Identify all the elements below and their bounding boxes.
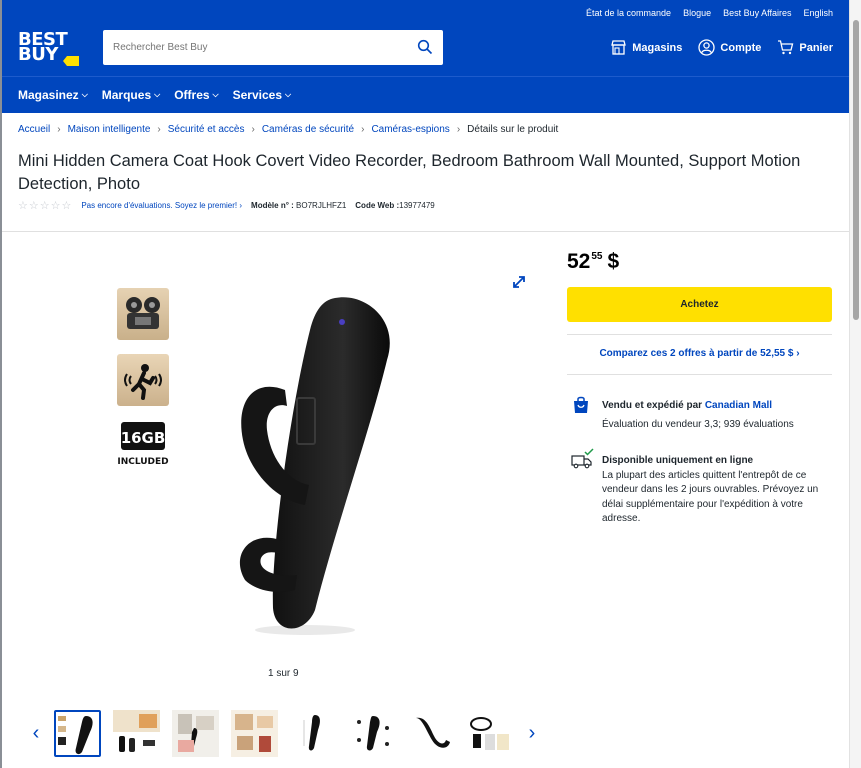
nav-brands[interactable]: Marques ⌵ [102, 88, 160, 102]
product-thumb-image [303, 715, 320, 751]
camera-icon [126, 297, 160, 329]
product-thumb-image [416, 717, 450, 748]
cart-icon [778, 40, 794, 55]
scrollbar-thumb[interactable] [853, 20, 859, 320]
product-meta: ☆☆☆☆☆ Pas encore d'évaluations. Soyez le… [18, 199, 435, 212]
chevron-down-icon: ⌵ [81, 90, 88, 99]
nav-services[interactable]: Services ⌵ [233, 88, 291, 102]
carousel-thumb-4[interactable] [231, 710, 278, 757]
product-thumb-image [470, 717, 509, 750]
expand-icon[interactable] [511, 274, 527, 290]
blog-link[interactable]: Blogue [683, 8, 711, 18]
store-icon [611, 40, 627, 55]
chevron-down-icon: ⌵ [285, 90, 292, 99]
account-button[interactable]: Compte [698, 39, 761, 56]
search-bar [103, 30, 443, 65]
availability-title: Disponible uniquement en ligne [602, 455, 754, 466]
header: État de la commande Blogue Best Buy Affa… [2, 0, 849, 76]
product-price: 5255 $ [567, 250, 620, 273]
breadcrumb-smart-home[interactable]: Maison intelligente [68, 124, 151, 135]
feature-camera-thumbnail[interactable] [117, 288, 169, 340]
product-title: Mini Hidden Camera Coat Hook Covert Vide… [18, 152, 801, 193]
rating-stars-icon: ☆☆☆☆☆ [18, 200, 73, 212]
chevron-right-icon: › [456, 124, 461, 135]
carousel-thumb-5[interactable] [290, 710, 337, 757]
divider [567, 374, 832, 375]
account-icon [698, 39, 716, 56]
breadcrumb-current: Détails sur le produit [467, 124, 559, 135]
scrollbar[interactable] [849, 0, 861, 768]
product-thumb-image [231, 710, 278, 757]
order-status-link[interactable]: État de la commande [586, 8, 671, 18]
cart-button[interactable]: Panier [777, 39, 833, 56]
product-main-image [239, 297, 390, 635]
utility-links: État de la commande Blogue Best Buy Affa… [586, 8, 833, 18]
nav-deals[interactable]: Offres ⌵ [174, 88, 218, 102]
nav-shop[interactable]: Magasinez ⌵ [18, 88, 88, 102]
write-review-link[interactable]: Pas encore d'évaluations. Soyez le premi… [81, 201, 242, 210]
carousel-thumb-2[interactable] [113, 710, 160, 757]
delivery-truck-icon [571, 448, 594, 469]
breadcrumb-home[interactable]: Accueil [18, 124, 50, 135]
header-actions: Magasins Compte Panier [610, 39, 833, 56]
breadcrumb-cameras[interactable]: Caméras de sécurité [262, 124, 354, 135]
motion-detection-icon [124, 364, 162, 400]
search-icon[interactable] [417, 39, 433, 55]
product-thumb-image [58, 716, 93, 755]
model-number: Modèle n° : BO7RJLHFZ1 [251, 201, 347, 210]
carousel-thumb-1[interactable] [54, 710, 101, 757]
chevron-down-icon: ⌵ [154, 90, 161, 99]
bestbuy-logo[interactable]: BEST BUY [18, 31, 79, 66]
search-input[interactable] [103, 30, 403, 65]
compare-offers-link[interactable]: Comparez ces 2 offres à partir de 52,55 … [567, 348, 832, 359]
chevron-right-icon: › [251, 124, 255, 135]
web-code: Code Web :13977479 [355, 201, 435, 210]
breadcrumb-spy-cameras[interactable]: Caméras-espions [371, 124, 449, 135]
chevron-right-icon: › [57, 124, 61, 135]
product-thumb-image [113, 710, 160, 752]
breadcrumb: Accueil › Maison intelligente › Sécurité… [18, 124, 558, 135]
chevron-right-icon[interactable]: › [526, 722, 538, 745]
feature-thumbnails: 16GB INCLUDED [117, 288, 169, 472]
main-nav: Magasinez ⌵ Marques ⌵ Offres ⌵ Services ⌵ [2, 76, 849, 113]
carousel-thumb-6[interactable] [349, 710, 396, 757]
chevron-right-icon: › [361, 124, 365, 135]
carousel-thumb-7[interactable] [408, 710, 455, 757]
image-counter: 1 sur 9 [268, 668, 299, 679]
availability-text: La plupart des articles quittent l'entre… [602, 469, 819, 525]
product-thumb-image [357, 716, 389, 751]
seller-link[interactable]: Canadian Mall [705, 400, 772, 411]
breadcrumb-security[interactable]: Sécurité et accès [168, 124, 245, 135]
feature-motion-thumbnail[interactable] [117, 354, 169, 406]
chevron-left-icon[interactable]: ‹ [30, 722, 42, 745]
divider [567, 334, 832, 335]
carousel-thumb-8[interactable] [467, 710, 514, 757]
business-link[interactable]: Best Buy Affaires [723, 8, 791, 18]
chevron-down-icon: ⌵ [212, 90, 219, 99]
buy-button[interactable]: Achetez [567, 287, 832, 322]
divider [2, 231, 849, 232]
stores-button[interactable]: Magasins [610, 39, 682, 56]
feature-storage-thumbnail[interactable]: 16GB INCLUDED [117, 420, 169, 472]
product-thumb-image [172, 710, 219, 757]
language-link[interactable]: English [803, 8, 833, 18]
chevron-right-icon: › [157, 124, 161, 135]
shopping-bag-icon [574, 396, 588, 413]
sd-card-icon: 16GB INCLUDED [117, 422, 169, 467]
image-carousel: ‹ › [30, 710, 538, 757]
seller-rating: Évaluation du vendeur 3,3; 939 évaluatio… [602, 419, 794, 430]
carousel-thumb-3[interactable] [172, 710, 219, 757]
svg-text:16GB: 16GB [121, 429, 166, 447]
svg-text:INCLUDED: INCLUDED [117, 457, 168, 467]
